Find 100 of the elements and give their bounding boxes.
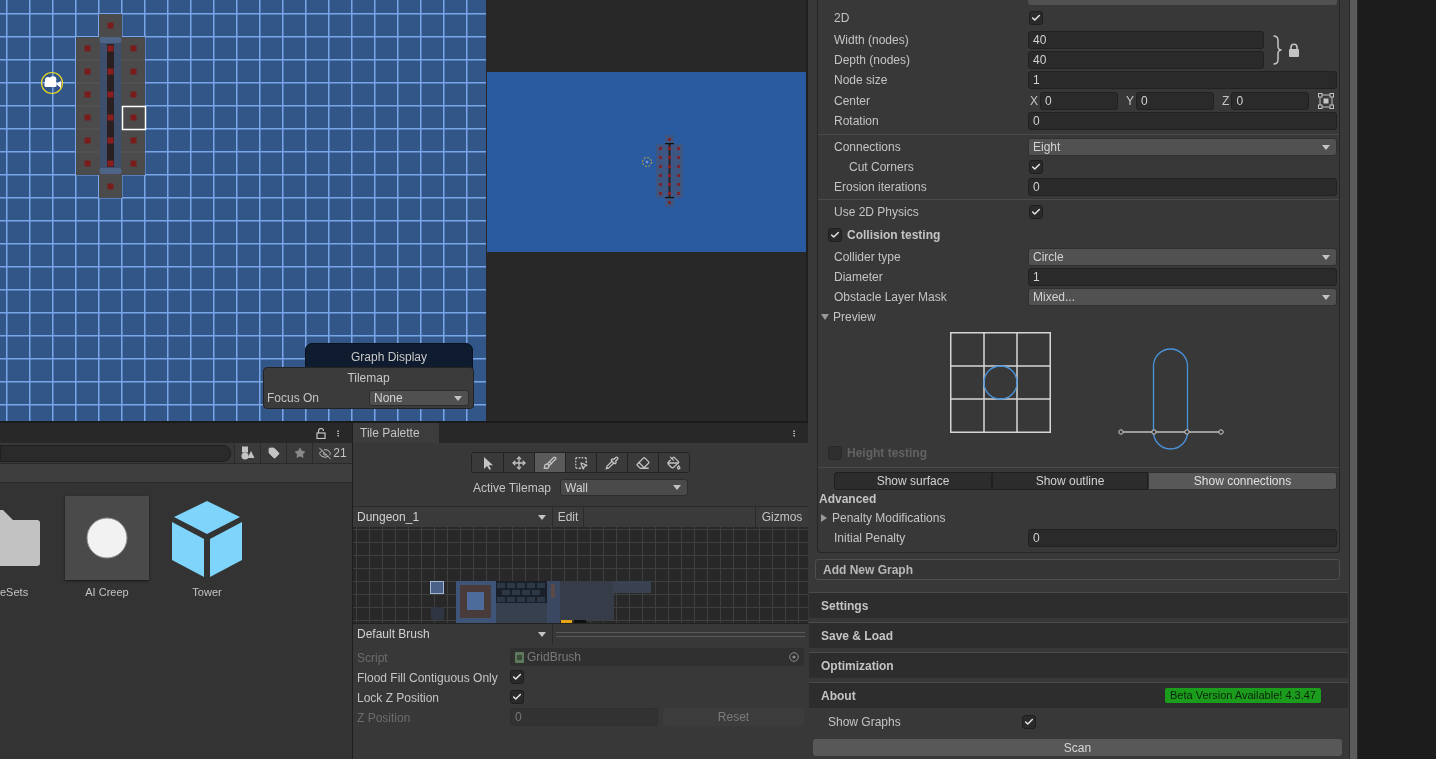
asset-name[interactable]: AI Creep	[85, 584, 129, 601]
foldout-caret-icon[interactable]	[821, 313, 829, 321]
brush-icon	[543, 455, 557, 470]
section-header[interactable]: Settings	[809, 592, 1348, 618]
palette-tiles-drawing[interactable]	[430, 581, 651, 623]
field-label: Active Tilemap	[473, 479, 551, 497]
scan-button[interactable]: Scan	[813, 739, 1342, 756]
caret-icon	[1322, 144, 1330, 150]
check-icon	[1024, 717, 1034, 727]
section-title: Settings	[821, 597, 869, 615]
checkbox[interactable]	[510, 690, 524, 704]
scrollbar[interactable]	[1349, 0, 1358, 759]
input-field[interactable]: 40	[1028, 31, 1264, 49]
search-field[interactable]	[0, 444, 231, 462]
dropdown[interactable]: Default Brush	[353, 624, 553, 644]
dropdown[interactable]: Circle	[1028, 248, 1337, 266]
input-field[interactable]: 40	[1028, 51, 1264, 69]
lock-icon[interactable]	[316, 427, 326, 439]
checkbox[interactable]	[1029, 11, 1043, 25]
add-graph-button[interactable]: Add New Graph	[815, 559, 1340, 580]
box-select-icon	[574, 455, 588, 470]
input-field[interactable]: 0	[1028, 112, 1337, 130]
property-label: Rotation	[834, 113, 879, 130]
overlay-title: Graph Display	[351, 349, 427, 366]
tool-button[interactable]	[534, 453, 565, 472]
dropdown[interactable]: Wall	[560, 479, 688, 496]
foldout-caret-icon[interactable]	[820, 514, 828, 522]
caret-icon	[454, 395, 462, 401]
eraser-icon	[636, 455, 650, 470]
cube-icon	[171, 499, 243, 577]
property-label: Lock Z Position	[357, 691, 440, 705]
caret-icon	[1322, 294, 1330, 300]
checkbox[interactable]	[1029, 205, 1043, 219]
toggle-button[interactable]: Show outline	[992, 472, 1148, 490]
checkbox[interactable]	[510, 670, 524, 684]
axis-label: Y	[1126, 92, 1135, 110]
section-header[interactable]: Optimization	[809, 652, 1348, 678]
tilemap-drawing[interactable]	[75, 14, 146, 198]
input-field[interactable]: 0	[1040, 91, 1118, 110]
input-field[interactable]: 1	[1028, 71, 1337, 89]
eyedropper-icon	[605, 455, 619, 470]
caret-icon	[673, 485, 681, 490]
input-field[interactable]: 0	[1231, 91, 1310, 110]
axis-label: Z	[1222, 92, 1230, 110]
section-header[interactable]: About Beta Version Available! 4.3.47	[809, 682, 1348, 708]
check-icon	[1031, 13, 1041, 23]
pointer-icon	[481, 455, 494, 470]
dropdown[interactable]: Eight	[1028, 138, 1337, 156]
bounds-frame-icon[interactable]	[1318, 92, 1335, 109]
property-label: Use 2D Physics	[834, 204, 919, 221]
tilemap-drawing	[656, 135, 683, 207]
asset-name[interactable]: Tower	[192, 584, 222, 601]
input-field[interactable]: 0	[1028, 178, 1337, 196]
paint-bucket-icon	[667, 455, 681, 470]
property-label: Collider type	[834, 249, 901, 266]
section-header[interactable]: Save & Load	[809, 622, 1348, 648]
dropdown[interactable]: None	[369, 390, 469, 406]
foldout-label[interactable]: Penalty Modifications	[832, 509, 946, 527]
overlay-label: Focus On	[267, 390, 320, 407]
section-title: Save & Load	[821, 627, 894, 645]
input-field[interactable]: 0	[1136, 91, 1215, 110]
camera-icon[interactable]	[40, 71, 64, 95]
axis-label: X	[1030, 92, 1038, 110]
version-badge[interactable]: Beta Version Available! 4.3.47	[1165, 688, 1321, 703]
move-icon	[512, 455, 526, 470]
check-icon	[1031, 162, 1041, 172]
dropdown[interactable]: Mixed...	[1028, 288, 1337, 306]
property-label: Center	[834, 92, 871, 110]
checkbox[interactable]	[1022, 715, 1036, 729]
panel-tab[interactable]: Tile Palette	[353, 423, 439, 443]
input-field[interactable]: 1	[1028, 268, 1337, 286]
folder-icon	[0, 510, 40, 566]
property-label: Initial Penalty	[834, 530, 906, 547]
property-label: Node size	[834, 72, 888, 89]
section-title: Optimization	[821, 657, 894, 675]
toggle-button[interactable]: Show surface	[834, 472, 992, 490]
scene-view[interactable]: Graph Display Tilemap Focus On None	[0, 0, 486, 421]
property-label: Width (nodes)	[834, 32, 909, 49]
sprite-thumbnail[interactable]	[65, 496, 149, 580]
script-icon	[515, 651, 524, 663]
dropdown-field[interactable]	[1028, 0, 1337, 5]
tool-button[interactable]	[658, 453, 689, 472]
cell-selection-outline	[121, 105, 147, 131]
caret-icon	[538, 514, 546, 520]
foldout-label[interactable]: Preview	[833, 308, 876, 326]
toggle-button[interactable]: Show connections	[1148, 472, 1337, 490]
section-heading: Advanced	[819, 491, 877, 508]
lock-icon[interactable]	[1288, 43, 1300, 57]
checkbox[interactable]	[1029, 160, 1043, 174]
property-label: Diameter	[834, 269, 883, 286]
asset-name[interactable]: eSets	[0, 584, 29, 601]
tag-icon	[267, 447, 280, 459]
input-field[interactable]: 0	[1028, 529, 1337, 547]
property-label: Connections	[834, 139, 901, 156]
property-label: Depth (nodes)	[834, 52, 911, 69]
check-icon	[1031, 207, 1041, 217]
property-label: Flood Fill Contiguous Only	[357, 671, 498, 685]
checkbox[interactable]	[828, 227, 842, 242]
property-label: Cut Corners	[849, 159, 914, 176]
target-icon[interactable]	[789, 652, 799, 662]
